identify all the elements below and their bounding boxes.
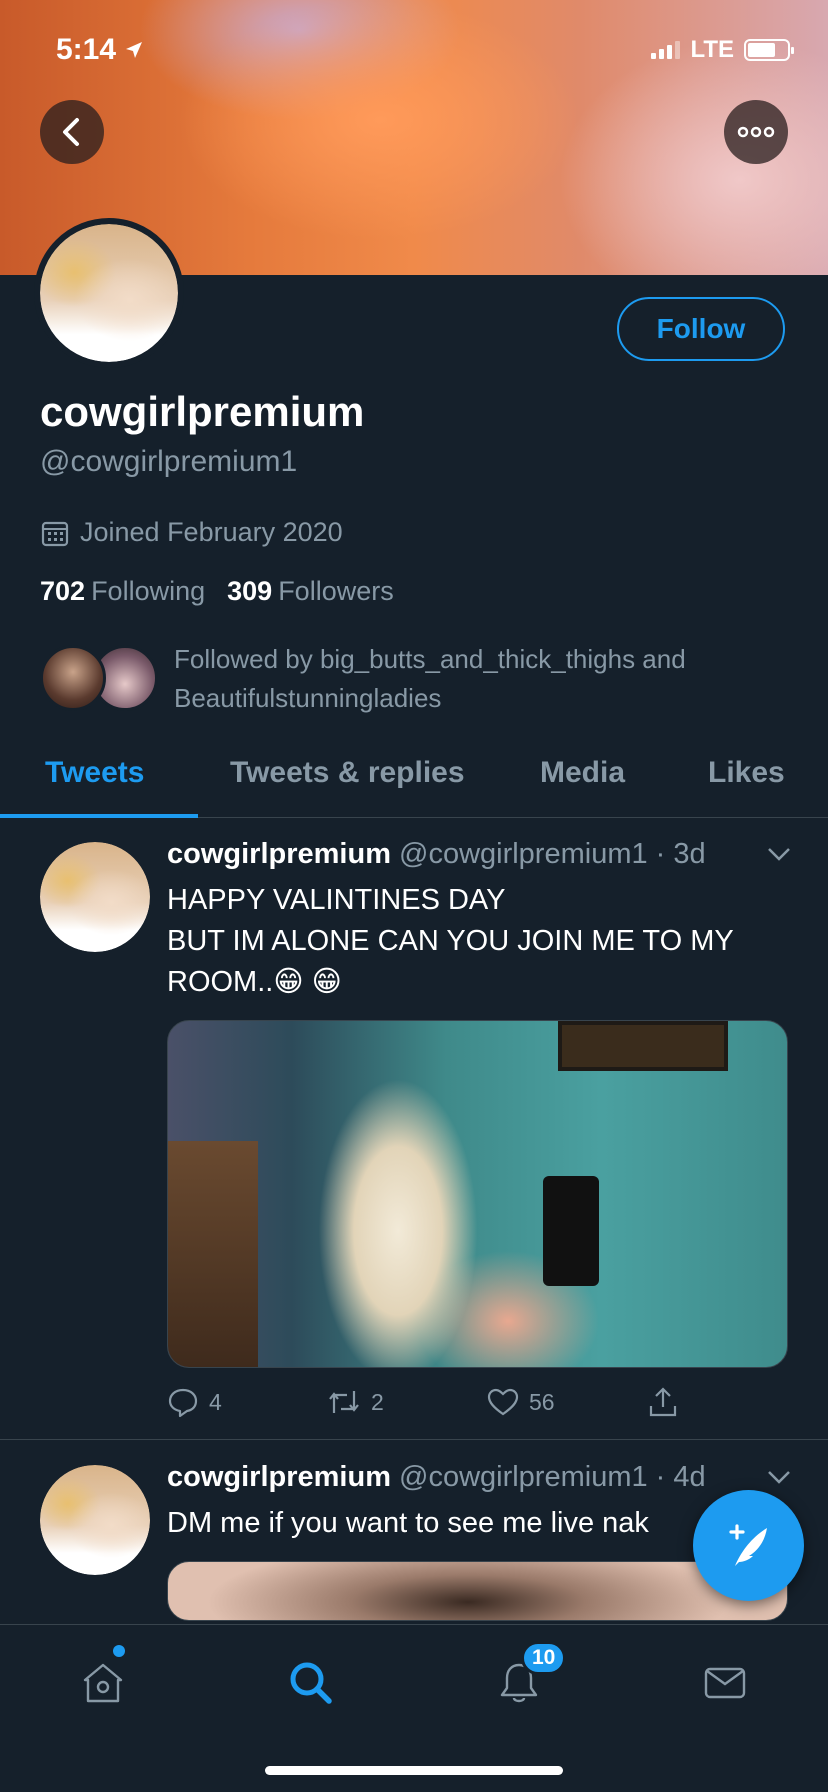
- network-label: LTE: [690, 36, 734, 63]
- tweet-author-handle: @cowgirlpremium1: [399, 838, 648, 870]
- tab-likes[interactable]: Likes: [708, 728, 785, 818]
- tweet-menu[interactable]: [766, 1465, 792, 1491]
- profile-tabs: Tweets Tweets & replies Media Likes: [0, 728, 828, 818]
- tweet-image[interactable]: [167, 1561, 788, 1621]
- tweet-author-handle: @cowgirlpremium1: [399, 1461, 648, 1493]
- followers-link[interactable]: 309 Followers: [227, 576, 394, 607]
- nav-messages[interactable]: [695, 1653, 755, 1713]
- tweet-author-name[interactable]: cowgirlpremium: [167, 1461, 391, 1494]
- followed-by[interactable]: Followed by big_butts_and_thick_thighs a…: [40, 640, 774, 718]
- tweet-author-name[interactable]: cowgirlpremium: [167, 838, 391, 871]
- retweet-button[interactable]: 2: [327, 1386, 487, 1418]
- following-link[interactable]: 702 Following: [40, 576, 205, 607]
- home-icon: [83, 1663, 123, 1703]
- compose-tweet-button[interactable]: [693, 1490, 804, 1601]
- profile-display-name: cowgirlpremium: [40, 388, 365, 435]
- tweet-text: HAPPY VALINTINES DAY BUT IM ALONE CAN YO…: [167, 884, 734, 998]
- chevron-down-icon: [768, 848, 790, 861]
- share-button[interactable]: [647, 1386, 807, 1418]
- tab-media[interactable]: Media: [540, 728, 625, 818]
- tweet-image[interactable]: [167, 1020, 788, 1368]
- tweet-menu[interactable]: [766, 842, 792, 868]
- back-arrow-icon: [63, 118, 79, 146]
- location-arrow-icon: [126, 42, 143, 58]
- tweet-time: · 3d: [655, 838, 706, 870]
- status-time: 5:14: [56, 33, 117, 66]
- followed-by-text: Followed by big_butts_and_thick_thighs a…: [174, 644, 686, 713]
- joined-date: Joined February 2020: [40, 517, 343, 548]
- messages-icon: [704, 1667, 746, 1699]
- tweet[interactable]: cowgirlpremium @cowgirlpremium1 · 3d HAP…: [0, 818, 828, 1440]
- nav-search[interactable]: [281, 1653, 341, 1713]
- compose-tweet-icon: [728, 1523, 767, 1566]
- tweet-time: · 4d: [655, 1461, 706, 1493]
- like-icon: [487, 1388, 519, 1416]
- profile-avatar[interactable]: [34, 218, 184, 368]
- signal-icon: [651, 41, 681, 59]
- follower-avatar: [40, 645, 106, 711]
- notifications-badge: 10: [521, 1641, 567, 1675]
- like-button[interactable]: 56: [487, 1386, 647, 1418]
- home-new-indicator: [113, 1645, 125, 1657]
- tab-tweets-replies[interactable]: Tweets & replies: [230, 728, 465, 818]
- status-bar: 5:14 LTE: [0, 0, 828, 100]
- profile-handle: @cowgirlpremium1: [40, 445, 298, 478]
- retweet-icon: [329, 1391, 359, 1413]
- tab-tweets[interactable]: Tweets: [45, 728, 144, 818]
- tweet-actions: 4 2 56: [167, 1386, 807, 1418]
- reply-button[interactable]: 4: [167, 1386, 327, 1418]
- home-indicator: [265, 1766, 563, 1775]
- tweet-avatar[interactable]: [40, 842, 150, 952]
- reply-icon: [168, 1388, 198, 1418]
- calendar-icon: [41, 521, 69, 546]
- share-icon: [649, 1387, 677, 1417]
- follow-counts: 702 Following 309 Followers: [40, 576, 394, 607]
- more-icon: [737, 126, 775, 138]
- tweet-avatar[interactable]: [40, 1465, 150, 1575]
- chevron-down-icon: [768, 1471, 790, 1484]
- back-button[interactable]: [40, 100, 104, 164]
- search-icon: [290, 1662, 332, 1704]
- nav-home[interactable]: [73, 1653, 133, 1713]
- battery-icon: [744, 39, 794, 61]
- more-button[interactable]: [724, 100, 788, 164]
- follow-button[interactable]: Follow: [617, 297, 785, 361]
